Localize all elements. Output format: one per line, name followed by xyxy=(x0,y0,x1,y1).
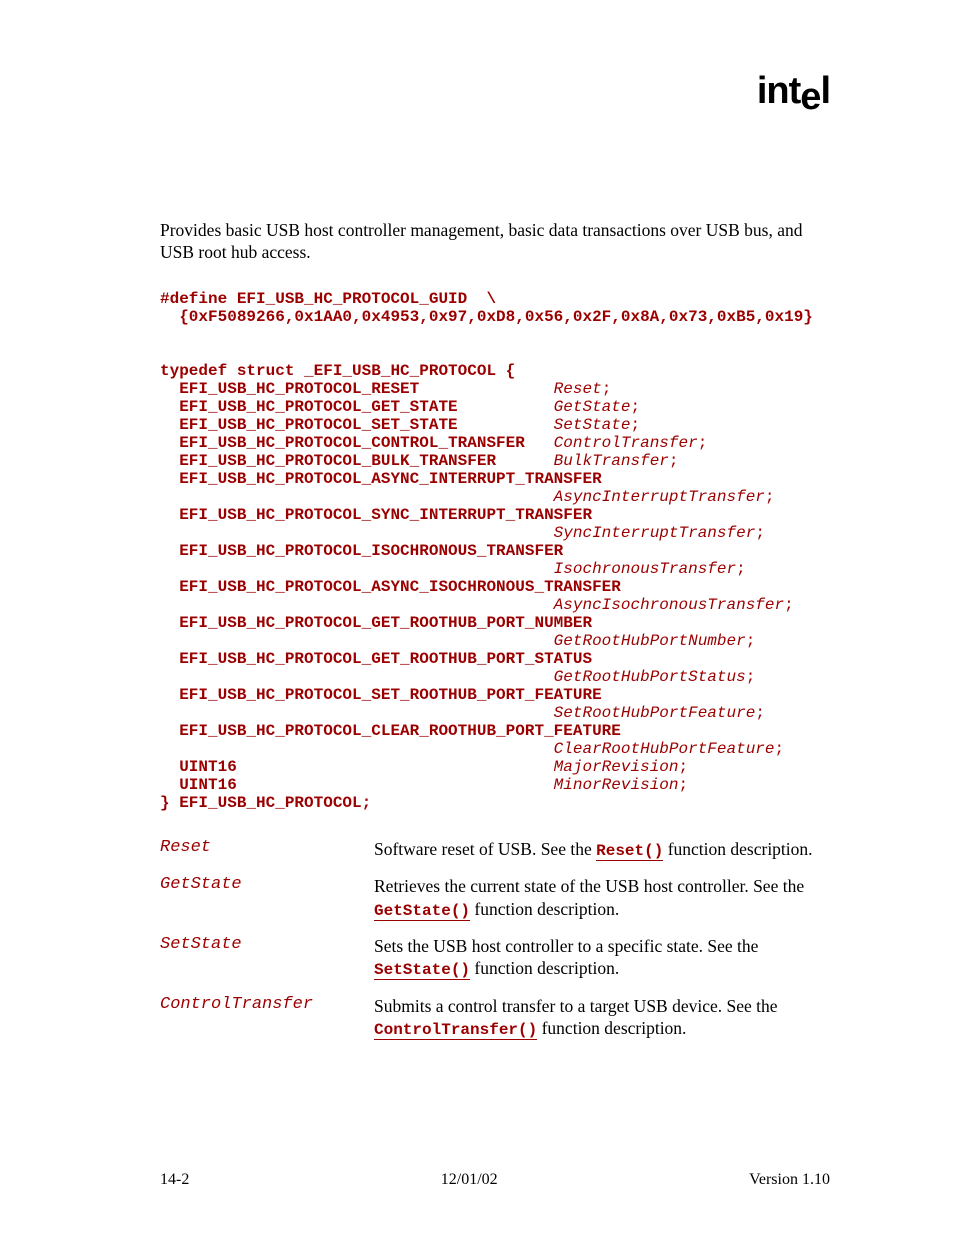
member-name: GetState xyxy=(554,398,631,416)
intel-logo: intel xyxy=(757,70,830,113)
summary-text: Provides basic USB host controller manag… xyxy=(160,220,830,264)
member-type: EFI_USB_HC_PROTOCOL_SET_STATE xyxy=(160,416,554,434)
member-type: EFI_USB_HC_PROTOCOL_ASYNC_ISOCHRONOUS_TR… xyxy=(160,578,621,596)
params-section: Reset Software reset of USB. See the Res… xyxy=(160,838,830,1041)
member-name: MajorRevision xyxy=(554,758,679,776)
member-type: EFI_USB_HC_PROTOCOL_GET_ROOTHUB_PORT_STA… xyxy=(160,650,592,668)
member-name: BulkTransfer xyxy=(554,452,669,470)
desc-post: function description. xyxy=(537,1018,686,1038)
semi: ; xyxy=(630,416,640,434)
param-desc: Software reset of USB. See the Reset() f… xyxy=(374,838,813,861)
logo-part1: int xyxy=(757,70,800,112)
member-type: EFI_USB_HC_PROTOCOL_CLEAR_ROOTHUB_PORT_F… xyxy=(160,722,621,740)
pad xyxy=(160,632,554,650)
pad xyxy=(160,596,554,614)
semi: ; xyxy=(755,524,765,542)
semi: ; xyxy=(669,452,679,470)
param-desc: Submits a control transfer to a target U… xyxy=(374,995,830,1041)
desc-pre: Sets the USB host controller to a specif… xyxy=(374,936,758,956)
pad xyxy=(160,668,554,686)
member-type: EFI_USB_HC_PROTOCOL_RESET xyxy=(160,380,554,398)
member-type: EFI_USB_HC_PROTOCOL_ASYNC_INTERRUPT_TRAN… xyxy=(160,470,602,488)
member-type: EFI_USB_HC_PROTOCOL_GET_ROOTHUB_PORT_NUM… xyxy=(160,614,592,632)
footer-center: 12/01/02 xyxy=(441,1171,498,1189)
member-name: MinorRevision xyxy=(554,776,679,794)
member-type: EFI_USB_HC_PROTOCOL_ISOCHRONOUS_TRANSFER xyxy=(160,542,563,560)
member-type: EFI_USB_HC_PROTOCOL_SET_ROOTHUB_PORT_FEA… xyxy=(160,686,602,704)
guid-line: {0xF5089266,0x1AA0,0x4953,0x97,0xD8,0x56… xyxy=(160,308,813,326)
pad xyxy=(160,560,554,578)
semi: ; xyxy=(746,668,756,686)
pad xyxy=(160,524,554,542)
semi: ; xyxy=(755,704,765,722)
member-name: ClearRootHubPortFeature xyxy=(554,740,775,758)
fn-link[interactable]: SetState() xyxy=(374,961,470,980)
struct-end: } EFI_USB_HC_PROTOCOL; xyxy=(160,794,371,812)
desc-pre: Software reset of USB. See the xyxy=(374,839,596,859)
semi: ; xyxy=(765,488,775,506)
semi: ; xyxy=(775,740,785,758)
footer-left: 14-2 xyxy=(160,1171,189,1189)
member-type: UINT16 xyxy=(160,758,554,776)
member-name: GetRootHubPortStatus xyxy=(554,668,746,686)
member-name: AsyncInterruptTransfer xyxy=(554,488,765,506)
define-line: #define EFI_USB_HC_PROTOCOL_GUID \ xyxy=(160,290,496,308)
member-name: ControlTransfer xyxy=(554,434,698,452)
pad xyxy=(160,488,554,506)
member-name: SetRootHubPortFeature xyxy=(554,704,756,722)
desc-post: function description. xyxy=(470,899,619,919)
semi: ; xyxy=(679,758,689,776)
page-footer: 14-2 12/01/02 Version 1.10 xyxy=(160,1171,830,1189)
member-name: Reset xyxy=(554,380,602,398)
semi: ; xyxy=(784,596,794,614)
member-name: GetRootHubPortNumber xyxy=(554,632,746,650)
desc-post: function description. xyxy=(663,839,812,859)
page: intel Provides basic USB host controller… xyxy=(0,0,954,1235)
param-name: Reset xyxy=(160,838,374,857)
desc-pre: Retrieves the current state of the USB h… xyxy=(374,876,804,896)
member-type: EFI_USB_HC_PROTOCOL_BULK_TRANSFER xyxy=(160,452,554,470)
fn-link[interactable]: ControlTransfer() xyxy=(374,1021,537,1040)
semi: ; xyxy=(698,434,708,452)
typedef-line: typedef struct _EFI_USB_HC_PROTOCOL { xyxy=(160,362,515,380)
semi: ; xyxy=(602,380,612,398)
fn-link[interactable]: GetState() xyxy=(374,902,470,921)
code-block: #define EFI_USB_HC_PROTOCOL_GUID \ {0xF5… xyxy=(160,290,830,812)
member-name: SetState xyxy=(554,416,631,434)
param-row: GetState Retrieves the current state of … xyxy=(160,875,830,921)
logo-part3: l xyxy=(820,70,830,112)
footer-right: Version 1.10 xyxy=(749,1171,830,1189)
param-row: ControlTransfer Submits a control transf… xyxy=(160,995,830,1041)
param-desc: Sets the USB host controller to a specif… xyxy=(374,935,830,981)
pad xyxy=(160,740,554,758)
semi: ; xyxy=(630,398,640,416)
desc-post: function description. xyxy=(470,958,619,978)
member-type: EFI_USB_HC_PROTOCOL_GET_STATE xyxy=(160,398,554,416)
param-name: SetState xyxy=(160,935,374,954)
member-name: IsochronousTransfer xyxy=(554,560,736,578)
semi: ; xyxy=(736,560,746,578)
member-name: AsyncIsochronousTransfer xyxy=(554,596,784,614)
member-type: EFI_USB_HC_PROTOCOL_CONTROL_TRANSFER xyxy=(160,434,554,452)
param-row: Reset Software reset of USB. See the Res… xyxy=(160,838,830,861)
semi: ; xyxy=(679,776,689,794)
param-name: ControlTransfer xyxy=(160,995,374,1014)
param-row: SetState Sets the USB host controller to… xyxy=(160,935,830,981)
pad xyxy=(160,704,554,722)
semi: ; xyxy=(746,632,756,650)
logo-part2: e xyxy=(800,76,820,118)
param-name: GetState xyxy=(160,875,374,894)
param-desc: Retrieves the current state of the USB h… xyxy=(374,875,830,921)
fn-link[interactable]: Reset() xyxy=(596,842,663,861)
desc-pre: Submits a control transfer to a target U… xyxy=(374,996,778,1016)
member-name: SyncInterruptTransfer xyxy=(554,524,756,542)
member-type: EFI_USB_HC_PROTOCOL_SYNC_INTERRUPT_TRANS… xyxy=(160,506,592,524)
member-type: UINT16 xyxy=(160,776,554,794)
